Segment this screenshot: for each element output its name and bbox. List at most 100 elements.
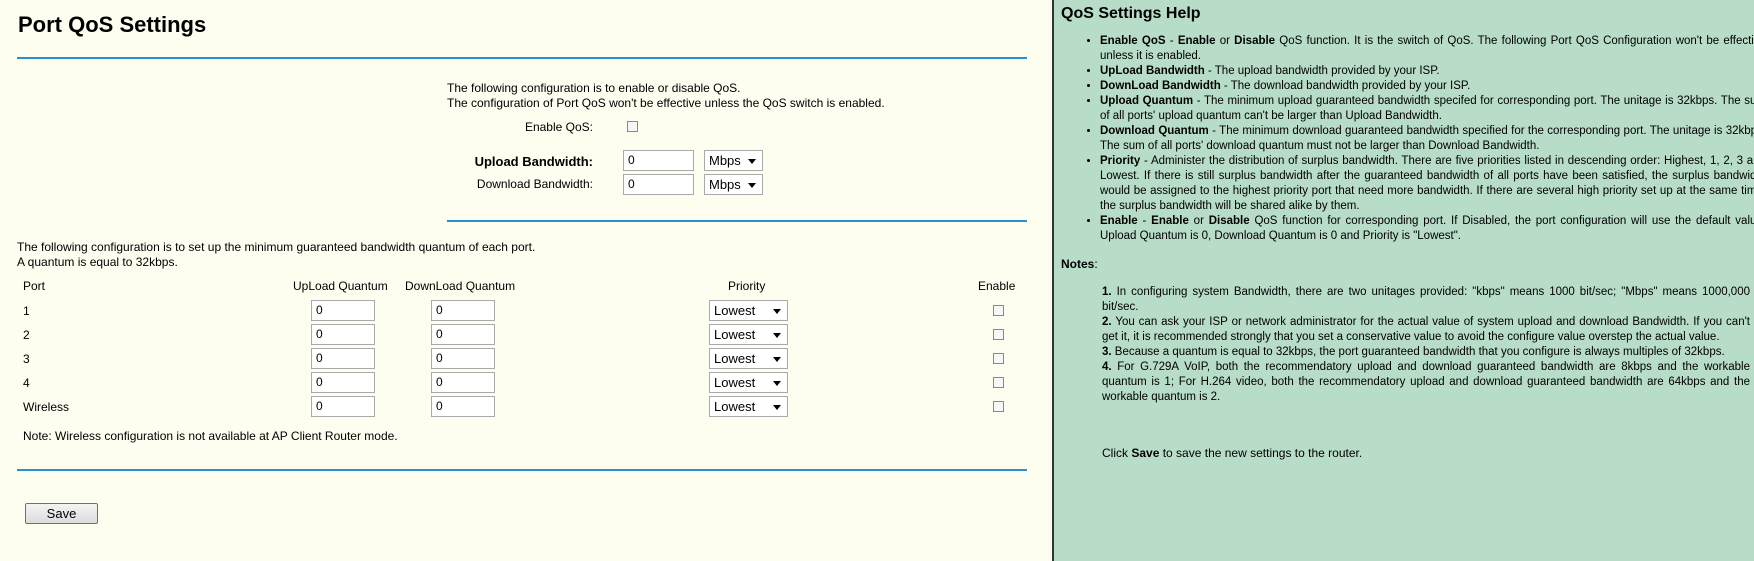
port-label: 2 [23,328,30,342]
help-term: Upload Quantum [1100,95,1194,107]
priority-value: Lowest [714,351,756,366]
settings-panel: Port QoS Settings The following configur… [0,0,1052,561]
help-text: - The minimum upload guaranteed bandwidt… [1100,95,1754,122]
upload-bandwidth-input[interactable]: 0 [623,150,694,171]
priority-select[interactable]: Lowest [709,372,788,393]
download-unit-select[interactable]: Mbps [704,174,763,195]
save-button[interactable]: Save [25,503,98,524]
bandwidth-divider [447,220,1027,222]
enable-checkbox[interactable] [993,329,1004,340]
header-enable: Enable [978,279,1016,293]
save-instruction-term: Save [1131,446,1160,460]
intro-line-2: The configuration of Port QoS won't be e… [447,96,885,110]
title-divider [17,57,1027,59]
priority-select[interactable]: Lowest [709,324,788,345]
help-term: Enable [1100,215,1138,227]
note-text: In configuring system Bandwidth, there a… [1102,286,1750,313]
enable-checkbox[interactable] [993,377,1004,388]
port-label: 1 [23,304,30,318]
list-item: 1. In configuring system Bandwidth, ther… [1102,285,1750,315]
header-priority: Priority [728,279,766,293]
help-term: Disable [1234,35,1276,47]
help-text: - [1165,35,1178,47]
help-title: QoS Settings Help [1061,5,1201,22]
notes-list: 1. In configuring system Bandwidth, ther… [1102,285,1750,405]
priority-value: Lowest [714,327,756,342]
note-number: 1. [1102,286,1112,298]
note-text: You can ask your ISP or network administ… [1102,316,1750,343]
help-text: - The upload bandwidth provided by your … [1204,65,1440,77]
upload-unit-value: Mbps [709,153,741,168]
download-quantum-input[interactable]: 0 [431,348,495,369]
header-download: DownLoad Quantum [405,279,516,293]
help-term: Download Quantum [1100,125,1209,137]
priority-select[interactable]: Lowest [709,396,788,417]
help-text: or [1188,215,1209,227]
download-bandwidth-input[interactable]: 0 [623,174,694,195]
list-item: 2. You can ask your ISP or network admin… [1102,315,1750,345]
note-text: For G.729A VoIP, both the recommendatory… [1102,361,1750,403]
quantum-line-1: The following configuration is to set up… [17,240,536,254]
quantum-line-2: A quantum is equal to 32kbps. [17,255,178,269]
upload-quantum-input[interactable]: 0 [311,300,375,321]
port-label: 3 [23,352,30,366]
help-term: Enable [1177,35,1216,47]
note-number: 2. [1102,316,1112,328]
enable-qos-checkbox[interactable] [627,121,638,132]
upload-bandwidth-label: Upload Bandwidth: [474,154,593,169]
help-text: - Administer the distribution of surplus… [1100,155,1754,212]
note-number: 3. [1102,346,1112,358]
download-unit-value: Mbps [709,177,741,192]
download-quantum-input[interactable]: 0 [431,396,495,417]
list-item: 4. For G.729A VoIP, both the recommendat… [1102,360,1750,405]
port-label: 4 [23,376,30,390]
help-list: Enable QoS - Enable or Disable QoS funct… [1084,34,1754,244]
note-text: Because a quantum is equal to 32kbps, th… [1111,346,1725,358]
notes-heading: Notes: [1061,257,1098,271]
notes-label: Notes [1061,257,1095,271]
download-quantum-input[interactable]: 0 [431,324,495,345]
list-item: UpLoad Bandwidth - The upload bandwidth … [1100,64,1754,79]
note-number: 4. [1102,361,1112,373]
chevron-down-icon [773,357,781,362]
download-quantum-input[interactable]: 0 [431,372,495,393]
list-item: DownLoad Bandwidth - The download bandwi… [1100,79,1754,94]
qos-page: Port QoS Settings The following configur… [0,0,1754,561]
download-quantum-input[interactable]: 0 [431,300,495,321]
wireless-note: Note: Wireless configuration is not avai… [23,429,398,443]
chevron-down-icon [773,405,781,410]
priority-select[interactable]: Lowest [709,348,788,369]
help-text: - [1137,215,1152,227]
priority-value: Lowest [714,303,756,318]
upload-unit-select[interactable]: Mbps [704,150,763,171]
upload-quantum-input[interactable]: 0 [311,324,375,345]
notes-colon: : [1094,257,1098,271]
port-label: Wireless [23,400,70,414]
priority-value: Lowest [714,375,756,390]
list-item: Enable - Enable or Disable QoS function … [1100,214,1754,244]
upload-quantum-input[interactable]: 0 [311,348,375,369]
list-item: Upload Quantum - The minimum upload guar… [1100,94,1754,124]
upload-quantum-input[interactable]: 0 [311,396,375,417]
enable-checkbox[interactable] [993,305,1004,316]
help-term: Enable [1151,215,1189,227]
priority-value: Lowest [714,399,756,414]
help-term: Disable [1208,215,1250,227]
help-panel: QoS Settings Help Enable QoS - Enable or… [1054,0,1754,561]
upload-quantum-input[interactable]: 0 [311,372,375,393]
intro-line-1: The following configuration is to enable… [447,81,741,95]
enable-checkbox[interactable] [993,401,1004,412]
enable-checkbox[interactable] [993,353,1004,364]
chevron-down-icon [773,381,781,386]
list-item: Download Quantum - The minimum download … [1100,124,1754,154]
header-port: Port [23,279,46,293]
footer-divider [17,469,1027,471]
chevron-down-icon [773,309,781,314]
list-item: 3. Because a quantum is equal to 32kbps,… [1102,345,1750,360]
download-bandwidth-label: Download Bandwidth: [476,177,593,191]
help-term: UpLoad Bandwidth [1100,65,1205,77]
list-item: Enable QoS - Enable or Disable QoS funct… [1100,34,1754,64]
priority-select[interactable]: Lowest [709,300,788,321]
help-term: DownLoad Bandwidth [1100,80,1221,92]
page-title: Port QoS Settings [18,12,207,37]
